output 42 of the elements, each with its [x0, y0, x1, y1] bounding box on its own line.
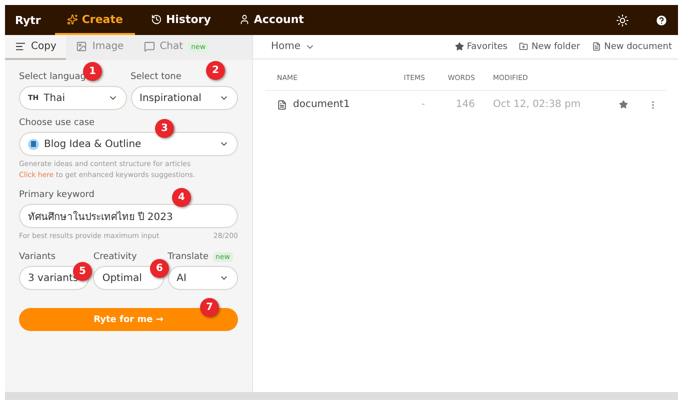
step-marker: 6: [150, 259, 169, 278]
doc-icon: [592, 42, 602, 51]
document-icon: [277, 100, 287, 110]
keyword-input[interactable]: ทัศนศึกษาในประเทศไทย ปี 2023: [19, 204, 238, 228]
tone-select[interactable]: Inspirational: [130, 86, 238, 110]
logo[interactable]: Rytr: [15, 5, 51, 35]
lines-icon: [15, 41, 26, 52]
table-cell-text: Oct 12, 02:38 pm: [492, 98, 582, 112]
help-icon[interactable]: [655, 14, 668, 26]
step-marker: 3: [155, 119, 174, 138]
field-label: Select tone: [130, 72, 182, 82]
sun-icon[interactable]: [616, 14, 629, 26]
field-label: Choose use case: [19, 118, 95, 128]
file-name[interactable]: document1: [265, 91, 375, 118]
user-icon: [238, 14, 250, 24]
chat-icon: [144, 41, 155, 52]
star-icon[interactable]: [619, 100, 628, 109]
field-label: Creativity: [93, 252, 137, 262]
step-marker: 7: [200, 298, 219, 317]
folder-icon: [519, 42, 528, 51]
image-icon: [76, 41, 88, 52]
breadcrumb[interactable]: Home: [271, 41, 443, 52]
translate-select[interactable]: AI: [168, 266, 238, 290]
step-marker: 4: [172, 188, 191, 207]
field-label: Variants: [19, 252, 56, 262]
field-label: Select languag: [19, 72, 86, 82]
scrollbar[interactable]: [5, 392, 678, 400]
toolbar-action[interactable]: New folder: [519, 42, 580, 52]
step-marker: 2: [206, 61, 225, 80]
field-label: Translate: [168, 252, 209, 262]
table-cell-text: 146: [454, 98, 475, 112]
toolbar-action[interactable]: New document: [592, 42, 672, 52]
panel-tab[interactable]: Copy: [5, 35, 66, 60]
history-icon: [150, 14, 162, 24]
nav-tab[interactable]: Account: [226, 5, 316, 35]
nav-tab[interactable]: History: [138, 5, 223, 35]
use-case-select[interactable]: Blog Idea & Outline: [19, 132, 238, 156]
star-icon: [454, 42, 464, 51]
table-cell-text: -: [420, 98, 425, 112]
field-label: Primary keyword: [19, 190, 95, 200]
toolbar-action[interactable]: Favorites: [454, 42, 508, 52]
sparkle-icon: [66, 14, 78, 24]
